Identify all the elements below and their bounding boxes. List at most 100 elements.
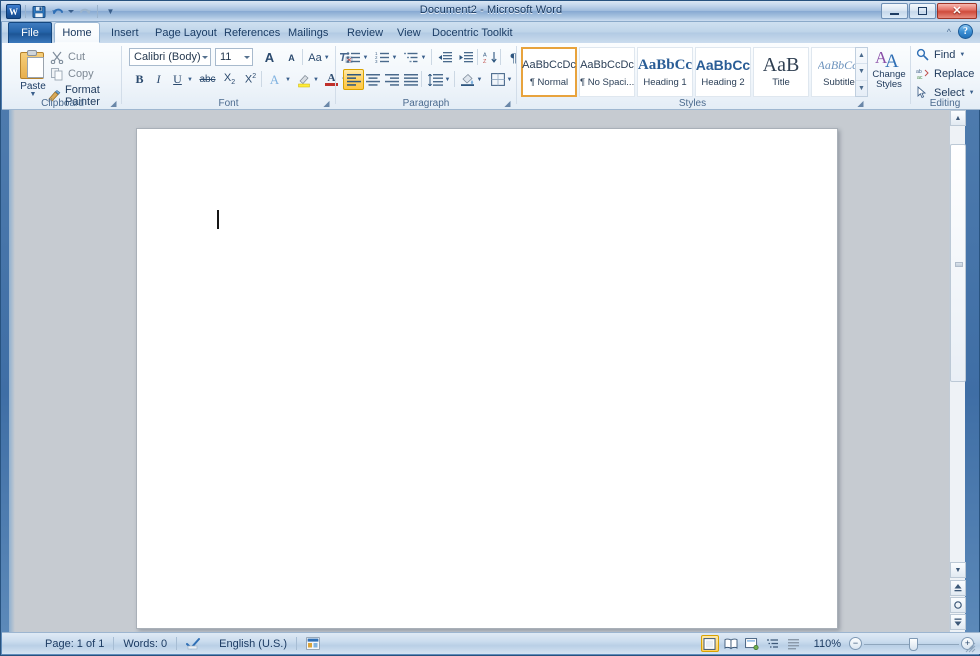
previous-page-button[interactable] bbox=[950, 580, 966, 596]
styles-scroll-down-icon[interactable]: ▼ bbox=[856, 64, 867, 80]
replace-button[interactable]: ab ac Replace bbox=[916, 67, 974, 81]
find-button[interactable]: Find ▼ bbox=[916, 48, 965, 62]
undo-button[interactable] bbox=[49, 3, 66, 20]
change-styles-line2: Styles bbox=[876, 80, 902, 90]
restore-button[interactable] bbox=[909, 3, 936, 19]
scroll-down-button[interactable]: ▼ bbox=[950, 562, 966, 578]
change-styles-button[interactable]: A A Change Styles bbox=[868, 46, 910, 104]
sort-button[interactable]: A Z bbox=[480, 47, 501, 68]
find-caret-icon[interactable]: ▼ bbox=[959, 52, 965, 58]
style-no-spacing[interactable]: AaBbCcDc ¶ No Spaci... bbox=[579, 47, 635, 97]
tab-mailings[interactable]: Mailings bbox=[279, 22, 337, 43]
highlighter-icon bbox=[296, 72, 312, 88]
italic-button[interactable]: I bbox=[148, 69, 169, 90]
font-name-combo[interactable]: Calibri (Body) bbox=[129, 48, 211, 66]
change-case-button[interactable]: Aa ▼ bbox=[305, 47, 333, 68]
view-web-layout-button[interactable] bbox=[743, 635, 761, 652]
insert-object-button[interactable] bbox=[297, 635, 329, 652]
font-size-combo[interactable]: 11 bbox=[215, 48, 253, 66]
tab-page-layout[interactable]: Page Layout bbox=[146, 22, 226, 43]
highlight-caret-icon: ▼ bbox=[313, 77, 319, 83]
borders-dropdown[interactable]: ▼ bbox=[505, 69, 514, 90]
proofing-status-button[interactable] bbox=[177, 635, 210, 652]
document-page[interactable] bbox=[136, 128, 838, 629]
text-effects-dropdown[interactable]: ▼ bbox=[283, 69, 293, 90]
style-title-name: Title bbox=[772, 77, 790, 88]
zoom-level[interactable]: 110% bbox=[814, 638, 841, 650]
clipboard-dialog-launcher[interactable]: ◢ bbox=[109, 99, 118, 108]
subscript-icon: X2 bbox=[224, 72, 235, 86]
align-right-button[interactable] bbox=[381, 69, 402, 90]
tab-docentric-toolkit[interactable]: Docentric Toolkit bbox=[423, 22, 522, 43]
select-caret-icon[interactable]: ▼ bbox=[969, 90, 975, 96]
tab-home[interactable]: Home bbox=[54, 22, 100, 43]
text-highlight-dropdown[interactable]: ▼ bbox=[311, 69, 321, 90]
view-outline-button[interactable] bbox=[764, 635, 782, 652]
justify-button[interactable] bbox=[400, 69, 421, 90]
style-heading-2[interactable]: AaBbCc Heading 2 bbox=[695, 47, 751, 97]
window-controls: ✕ bbox=[881, 3, 977, 19]
tab-file[interactable]: File bbox=[8, 22, 52, 43]
style-subtitle-name: Subtitle bbox=[823, 77, 855, 88]
style-heading-1[interactable]: AaBbCс Heading 1 bbox=[637, 47, 693, 97]
view-draft-button[interactable] bbox=[785, 635, 803, 652]
tab-review[interactable]: Review bbox=[338, 22, 392, 43]
numbered-list-icon: 1 2 3 bbox=[375, 51, 390, 64]
customize-qat-button[interactable]: ▼ bbox=[102, 3, 119, 20]
styles-scroll-up-icon[interactable]: ▲ bbox=[856, 48, 867, 64]
svg-text:A: A bbox=[483, 53, 487, 59]
zoom-slider[interactable] bbox=[864, 638, 959, 650]
change-styles-icon: A A bbox=[875, 46, 903, 70]
view-full-screen-reading-button[interactable] bbox=[722, 635, 740, 652]
increase-indent-button[interactable] bbox=[456, 47, 477, 68]
grow-font-button[interactable]: A bbox=[259, 47, 280, 68]
shading-dropdown[interactable]: ▼ bbox=[475, 69, 484, 90]
numbering-dropdown[interactable]: ▼ bbox=[390, 47, 399, 68]
style-normal[interactable]: AaBbCcDc ¶ Normal bbox=[521, 47, 577, 97]
word-count[interactable]: Words: 0 bbox=[114, 635, 176, 652]
minimize-ribbon-icon[interactable]: ^ bbox=[947, 27, 951, 37]
styles-gallery-scroll[interactable]: ▲ ▼ ▼ bbox=[855, 47, 868, 97]
undo-dropdown-caret-icon[interactable] bbox=[68, 10, 74, 13]
bullets-dropdown[interactable]: ▼ bbox=[361, 47, 370, 68]
redo-button[interactable] bbox=[76, 3, 93, 20]
help-button[interactable]: ? bbox=[958, 24, 973, 39]
line-spacing-dropdown[interactable]: ▼ bbox=[443, 69, 452, 90]
resize-grip[interactable] bbox=[964, 641, 976, 653]
zoom-out-button[interactable]: − bbox=[849, 637, 862, 650]
font-name-caret-icon bbox=[202, 56, 208, 59]
multilevel-dropdown[interactable]: ▼ bbox=[419, 47, 428, 68]
superscript-button[interactable]: X2 bbox=[240, 69, 261, 90]
scroll-up-button[interactable]: ▲ bbox=[950, 110, 966, 126]
shrink-font-button[interactable]: A bbox=[281, 47, 302, 68]
paragraph-dialog-launcher[interactable]: ◢ bbox=[503, 99, 512, 108]
page-indicator[interactable]: Page: 1 of 1 bbox=[36, 635, 113, 652]
center-button[interactable] bbox=[362, 69, 383, 90]
select-browse-object-button[interactable] bbox=[950, 597, 966, 613]
scrollbar-thumb[interactable] bbox=[950, 144, 966, 382]
subscript-button[interactable]: X2 bbox=[219, 69, 240, 90]
text-effects-button[interactable]: A bbox=[264, 69, 285, 90]
strikethrough-button[interactable]: abc bbox=[197, 69, 218, 90]
word-logo-icon[interactable]: W bbox=[6, 4, 21, 19]
language-indicator[interactable]: English (U.S.) bbox=[210, 635, 296, 652]
zoom-slider-thumb[interactable] bbox=[909, 638, 918, 651]
align-left-button[interactable] bbox=[343, 69, 364, 90]
cut-button[interactable]: Cut bbox=[50, 50, 85, 64]
tab-insert[interactable]: Insert bbox=[102, 22, 148, 43]
decrease-indent-button[interactable] bbox=[435, 47, 456, 68]
styles-dialog-launcher[interactable]: ◢ bbox=[856, 99, 865, 108]
status-bar: Page: 1 of 1 Words: 0 English (U.S.) bbox=[2, 632, 980, 654]
font-dialog-launcher[interactable]: ◢ bbox=[322, 99, 331, 108]
copy-button[interactable]: Copy bbox=[50, 67, 94, 81]
close-button[interactable]: ✕ bbox=[937, 3, 977, 19]
underline-dropdown[interactable]: ▼ bbox=[185, 69, 195, 90]
style-title[interactable]: AaB Title bbox=[753, 47, 809, 97]
vertical-scrollbar[interactable]: ▲ ▼ bbox=[949, 110, 965, 633]
styles-more-icon[interactable]: ▼ bbox=[856, 81, 867, 96]
minimize-button[interactable] bbox=[881, 3, 908, 19]
save-button[interactable] bbox=[30, 3, 47, 20]
next-page-button[interactable] bbox=[950, 614, 966, 630]
view-print-layout-button[interactable] bbox=[701, 635, 719, 652]
bold-button[interactable]: B bbox=[129, 69, 150, 90]
